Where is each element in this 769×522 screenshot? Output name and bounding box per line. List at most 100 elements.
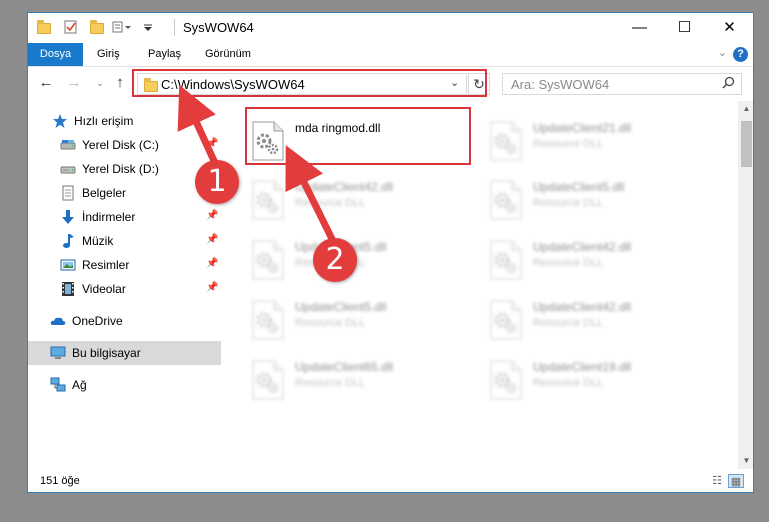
sidebar-label: Müzik [82, 234, 114, 248]
dll-file-icon [490, 300, 522, 340]
forward-arrow-icon[interactable]: → [65, 74, 83, 92]
sidebar-item-onedrive[interactable]: OneDrive [28, 309, 221, 333]
file-tile[interactable]: UpdateClient42.dll Resource DLL [484, 294, 714, 352]
up-arrow-icon[interactable]: ↑ [111, 74, 129, 92]
download-icon [60, 209, 76, 225]
title-separator [174, 19, 175, 36]
sidebar-item-network[interactable]: Ağ [28, 373, 221, 397]
drive-icon [60, 161, 76, 177]
help-button[interactable]: ? [733, 47, 748, 62]
drive-icon [60, 137, 76, 153]
network-icon [50, 377, 66, 393]
details-view-icon[interactable]: ☷ [709, 474, 725, 488]
maximize-button[interactable]: ☐ [662, 13, 707, 43]
search-box[interactable]: Ara: SysWOW64 [502, 73, 742, 95]
sidebar-item-videos[interactable]: Videolar 📌 [28, 277, 221, 301]
file-tile[interactable]: UpdateClient42.dll Resource DLL [484, 234, 714, 292]
video-icon [60, 281, 76, 297]
tab-share[interactable]: Paylaş [148, 43, 181, 66]
dll-file-icon [252, 300, 284, 340]
scroll-down-arrow-icon[interactable]: ▼ [738, 456, 753, 465]
file-type: Resource DLL [533, 257, 604, 269]
file-type: Resource DLL [533, 377, 604, 389]
pin-icon[interactable]: 📌 [206, 138, 218, 149]
search-icon [722, 76, 735, 92]
status-bar: 151 öğe ☷ ▦ [28, 470, 753, 492]
properties-icon[interactable] [64, 20, 78, 34]
file-name: UpdateClient42.dll [533, 300, 632, 314]
star-icon [52, 113, 68, 129]
sidebar-label: Yerel Disk (D:) [82, 162, 159, 176]
sidebar-label: Bu bilgisayar [72, 346, 141, 360]
expand-ribbon-icon[interactable]: ⌄ [718, 46, 727, 59]
vertical-scrollbar[interactable]: ▲ ▼ [738, 101, 753, 469]
title-bar: SysWOW64 — ☐ ✕ [28, 13, 753, 43]
pin-icon[interactable]: 📌 [206, 282, 218, 293]
file-tile[interactable]: UpdateClient42.dll Resource DLL [246, 174, 476, 232]
dll-file-icon [490, 240, 522, 280]
scroll-up-arrow-icon[interactable]: ▲ [738, 104, 753, 113]
sidebar-item-pictures[interactable]: Resimler 📌 [28, 253, 221, 277]
tab-home[interactable]: Giriş [97, 43, 120, 66]
minimize-button[interactable]: — [617, 13, 662, 43]
file-name: UpdateClient42.dll [533, 240, 632, 254]
file-tile[interactable]: UpdateClient5.dllResource DLL [246, 294, 476, 352]
documents-icon [60, 185, 76, 201]
tab-file[interactable]: Dosya [28, 43, 83, 66]
navigation-pane: Hızlı erişim Yerel Disk (C:) 📌 Yerel Dis… [28, 105, 223, 470]
file-type: Resource DLL [533, 197, 604, 209]
sidebar-label: İndirmeler [82, 210, 136, 224]
file-tile[interactable]: UpdateClient21.dll Resource DLL [484, 115, 714, 173]
item-count: 151 öğe [40, 475, 80, 487]
address-highlight-box [132, 69, 487, 97]
close-button[interactable]: ✕ [707, 13, 752, 43]
quick-access-dropdown-icon[interactable] [141, 20, 155, 34]
sidebar-label: Ağ [72, 378, 87, 392]
file-tile[interactable]: UpdateClient65.dll Resource DLL [246, 354, 476, 412]
sidebar-item-documents[interactable]: Belgeler [28, 181, 221, 205]
file-tile[interactable]: UpdateClient19.dll Resource DLL [484, 354, 714, 412]
window-title: SysWOW64 [183, 20, 254, 35]
dll-file-icon [490, 180, 522, 220]
sidebar-item-downloads[interactable]: İndirmeler 📌 [28, 205, 221, 229]
pin-icon[interactable]: 📌 [206, 234, 218, 245]
file-type: Resource DLL [295, 317, 366, 329]
tab-view[interactable]: Görünüm [205, 43, 251, 66]
pin-icon[interactable]: 📌 [206, 210, 218, 221]
search-placeholder[interactable]: Ara: SysWOW64 [511, 77, 609, 92]
scrollbar-thumb[interactable] [741, 121, 752, 167]
file-name: UpdateClient65.dll [295, 360, 394, 374]
sidebar-item-quick-access[interactable]: Hızlı erişim [28, 109, 221, 133]
sidebar-label: Belgeler [82, 186, 127, 200]
sidebar-label: Videolar [82, 282, 126, 296]
file-tile[interactable]: UpdateClient5.dllResource DLL [484, 174, 714, 232]
sidebar-label: OneDrive [72, 314, 123, 328]
file-highlight-box [245, 107, 471, 165]
file-name: UpdateClient19.dll [533, 360, 632, 374]
music-icon [60, 233, 76, 249]
back-arrow-icon[interactable]: ← [37, 74, 55, 92]
step-1-callout: 1 [195, 160, 239, 204]
file-type: Resource DLL [533, 317, 604, 329]
computer-icon [50, 345, 66, 361]
file-tile[interactable]: UpdateClient5.dllResource DLL [246, 234, 476, 292]
folder-icon [37, 20, 51, 34]
sidebar-item-music[interactable]: Müzik 📌 [28, 229, 221, 253]
dll-file-icon [252, 180, 284, 220]
ribbon-tabs: Dosya Giriş Paylaş Görünüm ⌄ ? [28, 43, 753, 66]
new-folder-icon[interactable] [90, 20, 104, 34]
customize-toolbar-icon[interactable] [112, 20, 132, 34]
sidebar-item-local-disk-d[interactable]: Yerel Disk (D:) [28, 157, 221, 181]
recent-locations-icon[interactable]: ⌄ [91, 74, 109, 92]
sidebar-label: Resimler [82, 258, 130, 272]
dll-file-icon [252, 240, 284, 280]
dll-file-icon [252, 360, 284, 400]
pin-icon[interactable]: 📌 [206, 258, 218, 269]
dll-file-icon [490, 121, 522, 161]
onedrive-icon [50, 313, 66, 329]
tiles-view-icon[interactable]: ▦ [728, 474, 744, 488]
sidebar-item-local-disk-c[interactable]: Yerel Disk (C:) 📌 [28, 133, 221, 157]
file-name: UpdateClient42.dll [295, 180, 394, 194]
dll-file-icon [490, 360, 522, 400]
sidebar-item-this-pc[interactable]: Bu bilgisayar [28, 341, 221, 365]
